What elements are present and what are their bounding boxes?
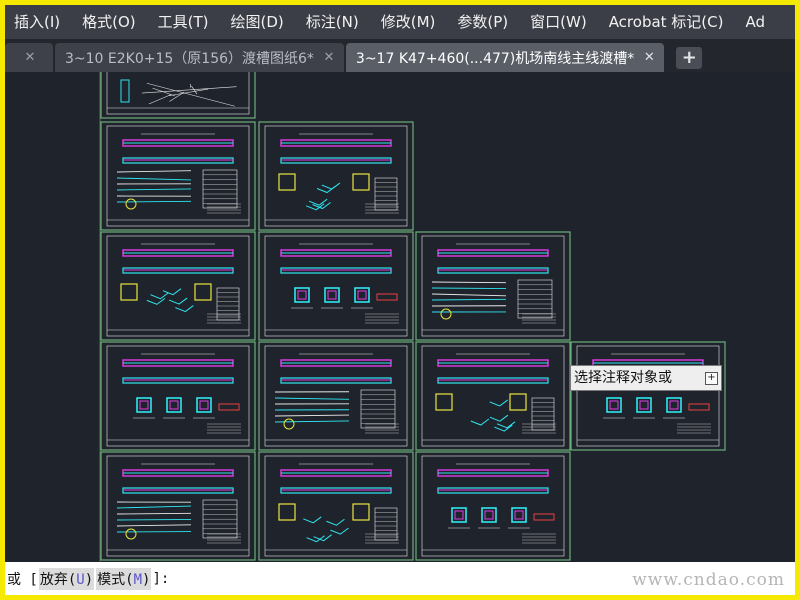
menu-insert[interactable]: 插入(I) — [5, 5, 73, 39]
drawing-sheet — [258, 121, 414, 231]
option-label: 放弃( — [39, 571, 77, 588]
tab-label: 3~17 K47+460(...477)机场南线主线渡槽* — [355, 50, 635, 67]
document-tab-bar: ✕ 3~10 E2K0+15（原156）渡槽图纸6* ✕ 3~17 K47+46… — [5, 39, 795, 72]
drawing-sheets — [99, 72, 726, 562]
drawing-sheet — [100, 121, 256, 231]
cad-linework — [431, 287, 507, 290]
option-suffix: ) — [84, 571, 94, 588]
menu-modify[interactable]: 修改(M) — [372, 5, 449, 39]
close-icon[interactable]: ✕ — [322, 50, 336, 65]
option-undo[interactable]: 放弃(U) — [38, 567, 95, 590]
cad-linework — [116, 518, 192, 521]
menu-draw[interactable]: 绘图(D) — [222, 5, 297, 39]
tab-previous-document[interactable]: ✕ — [5, 43, 53, 72]
menu-add-ins[interactable]: Ad — [737, 5, 779, 39]
close-icon[interactable]: ✕ — [642, 50, 656, 65]
menu-bar: 插入(I) 格式(O) 工具(T) 绘图(D) 标注(N) 修改(M) 参数(P… — [5, 5, 795, 39]
drawing-sheet — [100, 231, 256, 341]
drawing-canvas[interactable]: 选择注释对象或 + — [5, 72, 795, 562]
menu-window[interactable]: 窗口(W) — [521, 5, 600, 39]
option-key: M — [133, 571, 143, 588]
menu-tools[interactable]: 工具(T) — [149, 5, 222, 39]
option-label: 模式( — [97, 571, 134, 588]
option-suffix: ) — [142, 571, 151, 588]
drawing-sheet — [258, 341, 414, 451]
drawing-sheet — [415, 451, 571, 561]
command-suffix: ]: — [152, 570, 170, 587]
drawing-sheet — [100, 341, 256, 451]
command-prefix: 或 [ — [7, 571, 38, 588]
command-line[interactable]: 或 [ 放弃(U) 模式(M) ]: www.cndao.com — [5, 562, 795, 595]
menu-parametric[interactable]: 参数(P) — [448, 5, 521, 39]
drawing-sheet — [570, 341, 726, 451]
autocad-window: 插入(I) 格式(O) 工具(T) 绘图(D) 标注(N) 修改(M) 参数(P… — [5, 5, 795, 595]
drawing-sheet — [258, 451, 414, 561]
option-key: U — [76, 571, 85, 588]
menu-acrobat-markup[interactable]: Acrobat 标记(C) — [600, 5, 737, 39]
expand-icon[interactable]: + — [705, 372, 718, 385]
drawing-sheet — [258, 231, 414, 341]
tooltip-text: 选择注释对象或 — [574, 370, 672, 386]
drawing-sheet — [415, 341, 571, 451]
drawing-sheet — [100, 72, 256, 119]
drawing-sheet — [415, 231, 571, 341]
close-icon[interactable]: ✕ — [23, 50, 37, 65]
command-tooltip: 选择注释对象或 + — [570, 365, 722, 391]
new-tab-button[interactable]: + — [676, 47, 703, 69]
tab-document-3-17[interactable]: 3~17 K47+460(...477)机场南线主线渡槽* ✕ — [345, 43, 665, 72]
tab-document-3-10[interactable]: 3~10 E2K0+15（原156）渡槽图纸6* ✕ — [55, 43, 344, 72]
watermark: www.cndao.com — [632, 570, 785, 590]
menu-format[interactable]: 格式(O) — [73, 5, 149, 39]
tab-label: 3~10 E2K0+15（原156）渡槽图纸6* — [65, 50, 314, 67]
option-mode[interactable]: 模式(M) — [96, 567, 152, 590]
menu-dimension[interactable]: 标注(N) — [297, 5, 372, 39]
